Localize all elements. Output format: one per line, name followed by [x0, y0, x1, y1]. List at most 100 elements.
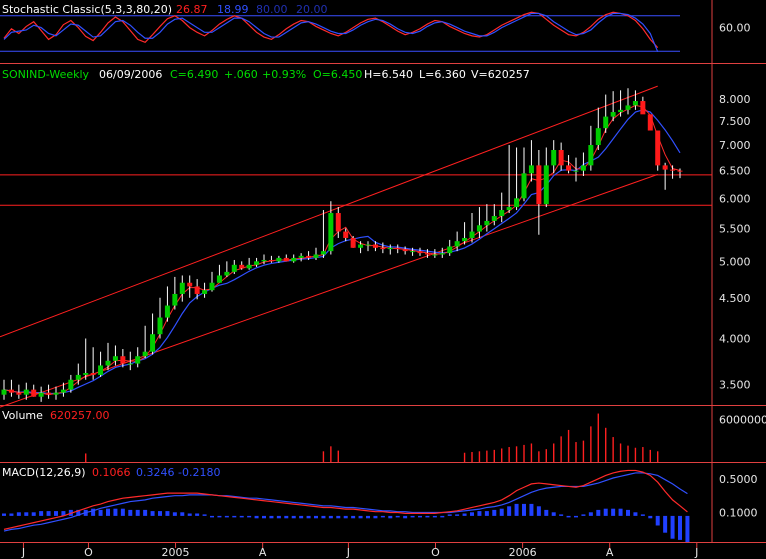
- macd-histogram-bar: [343, 515, 348, 519]
- price-pct: +0.93%: [262, 68, 306, 81]
- candle-body: [291, 257, 297, 262]
- candle-body: [447, 246, 453, 254]
- macd-histogram-bar: [158, 511, 162, 516]
- macd-histogram-bar: [425, 515, 430, 518]
- candle-body: [276, 257, 282, 262]
- x-tick-label: 2006: [509, 546, 537, 559]
- macd-value: 0.1066: [92, 466, 131, 479]
- macd-y-tick: 0.5000: [719, 473, 758, 486]
- candle-body: [112, 356, 118, 361]
- candle-body: [231, 264, 237, 272]
- candle-body: [8, 389, 14, 393]
- candle-body: [647, 114, 653, 131]
- macd-histogram-bar: [276, 515, 281, 519]
- volume-label: Volume: [2, 409, 43, 422]
- x-tick-label: O: [431, 546, 440, 559]
- macd-signal-value: 0.3246: [136, 466, 175, 479]
- candle-body: [528, 165, 534, 174]
- candle-body: [83, 373, 89, 375]
- macd-histogram-bar: [306, 515, 311, 519]
- macd-histogram-bar: [551, 512, 556, 516]
- macd-histogram-bar: [388, 515, 393, 519]
- stoch-lower-value: 20.00: [296, 3, 328, 16]
- price-y-tick: 5.500: [719, 222, 751, 235]
- macd-histogram-bar: [46, 511, 51, 516]
- candle-body: [343, 231, 349, 238]
- macd-histogram-bar: [165, 511, 170, 516]
- price-volume: V=620257: [471, 68, 530, 81]
- candle-body: [410, 251, 416, 253]
- macd-histogram-bar: [54, 511, 58, 516]
- candle-body: [670, 169, 676, 171]
- x-tick-label: A: [606, 546, 614, 559]
- macd-histogram-bar: [314, 515, 318, 519]
- macd-histogram-bar: [655, 515, 660, 526]
- price-y-tick: 5.000: [719, 255, 751, 268]
- macd-histogram-bar: [492, 509, 497, 516]
- macd-histogram-bar: [633, 512, 638, 516]
- candle-body: [521, 173, 527, 199]
- macd-histogram-bar: [529, 503, 534, 516]
- macd-histogram-bar: [373, 515, 378, 519]
- price-high: H=6.540: [364, 68, 413, 81]
- price-y-tick: 4.000: [719, 332, 751, 345]
- x-tick-label: 2005: [162, 546, 190, 559]
- macd-histogram-bar: [410, 515, 415, 518]
- candle: [655, 130, 661, 171]
- macd-histogram-bar: [581, 514, 586, 516]
- candle-body: [655, 130, 661, 166]
- macd-histogram-bar: [328, 515, 333, 519]
- macd-histogram-bar: [24, 512, 29, 516]
- candle-body: [536, 165, 542, 205]
- macd-histogram-bar: [455, 514, 460, 516]
- price-y-tick: 8.000: [719, 93, 751, 106]
- macd-histogram-bar: [351, 515, 356, 519]
- macd-histogram-bar: [269, 515, 274, 519]
- macd-histogram-bar: [232, 515, 237, 518]
- candle-body: [68, 379, 74, 390]
- macd-histogram-bar: [640, 514, 645, 516]
- macd-histogram-bar: [522, 503, 526, 516]
- macd-histogram-bar: [262, 515, 266, 519]
- price-symbol: SONIND-Weekly: [2, 68, 90, 81]
- price-low: L=6.360: [419, 68, 466, 81]
- stoch-y-tick: 60.00: [719, 22, 751, 35]
- candle-body: [380, 247, 386, 250]
- candle-body: [209, 282, 215, 291]
- price-y-tick: 7.000: [719, 139, 751, 152]
- macd-histogram-bar: [470, 512, 474, 516]
- candle-body: [588, 145, 594, 166]
- candle-body: [402, 249, 408, 252]
- macd-histogram-bar: [380, 515, 385, 518]
- candle-body: [580, 165, 586, 171]
- macd-histogram-bar: [128, 509, 133, 516]
- candle-body: [283, 257, 289, 262]
- candle-body: [157, 317, 163, 335]
- candle-body: [395, 247, 401, 250]
- candle-body: [417, 251, 423, 254]
- volume-value: 620257.00: [50, 409, 110, 422]
- candle-body: [142, 351, 148, 357]
- candle: [647, 114, 653, 131]
- volume-y-tick: 6000000: [719, 413, 766, 426]
- macd-histogram-bar: [31, 512, 36, 516]
- candle-body: [187, 282, 193, 287]
- macd-histogram-bar: [603, 508, 608, 516]
- macd-histogram-bar: [462, 513, 467, 516]
- candle-body: [127, 363, 133, 365]
- macd-histogram-bar: [187, 513, 192, 516]
- candle-body: [38, 392, 44, 397]
- candle-body: [313, 254, 319, 258]
- candle-body: [662, 165, 668, 170]
- macd-histogram-bar: [217, 515, 222, 518]
- price-close: C=6.490: [170, 68, 218, 81]
- macd-histogram-bar: [663, 515, 668, 533]
- candle-body: [75, 374, 81, 380]
- macd-histogram-bar: [670, 515, 675, 539]
- candle-body: [23, 389, 29, 395]
- candle-body: [439, 253, 445, 255]
- candle-body: [320, 251, 326, 255]
- candle-body: [120, 356, 126, 364]
- macd-histogram-bar: [499, 508, 504, 516]
- macd-histogram-bar: [574, 515, 578, 518]
